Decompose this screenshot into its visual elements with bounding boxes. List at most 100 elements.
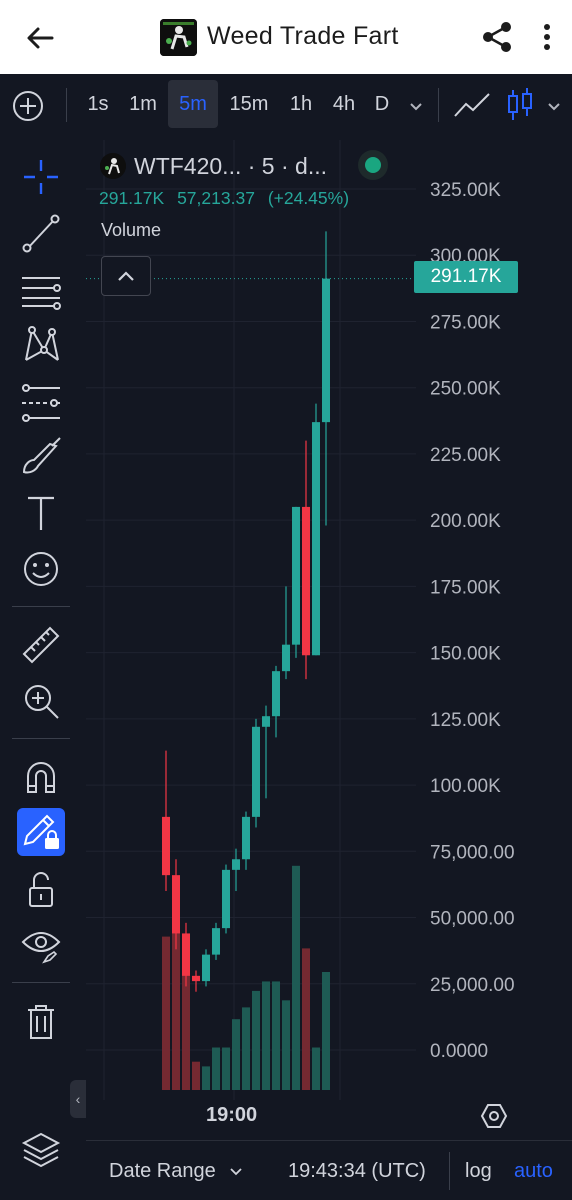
volume-bar — [322, 972, 330, 1090]
chevron-down-icon[interactable] — [406, 96, 426, 116]
last-price: 291.17K — [99, 188, 165, 208]
candle-body — [192, 975, 200, 982]
price-axis-label: 25,000.00 — [430, 975, 515, 996]
utc-clock[interactable]: 19:43:34 (UTC) — [288, 1160, 426, 1183]
text-tool-icon[interactable] — [20, 492, 62, 534]
chart-settings-icon[interactable] — [480, 1102, 508, 1130]
interval-5m[interactable]: 5m — [168, 80, 218, 128]
pencil-lock-icon — [23, 814, 59, 849]
volume-bar — [272, 981, 280, 1090]
interval-15m[interactable]: 15m — [224, 80, 274, 128]
market-status-indicator[interactable] — [358, 150, 388, 180]
volume-bar — [182, 972, 190, 1090]
current-price-tag: 291.17K — [414, 261, 518, 293]
price-axis-label: 200.00K — [430, 511, 501, 532]
price-axis-label: 0.0000 — [430, 1041, 488, 1062]
arrow-left-icon[interactable] — [22, 20, 58, 56]
tool-divider — [12, 606, 70, 607]
collapse-legend-button[interactable] — [101, 256, 151, 296]
candle-body — [212, 928, 220, 955]
symbol-legend[interactable]: WTF420... · 5 · d... — [100, 150, 327, 182]
price-change-percent: (+24.45%) — [267, 188, 350, 208]
candle-body — [222, 869, 230, 929]
candle-body — [202, 954, 210, 982]
price-axis-label: 50,000.00 — [430, 909, 515, 930]
brush-icon[interactable] — [20, 436, 62, 478]
line-chart-icon[interactable] — [452, 88, 492, 122]
collapse-toolbar-tab[interactable]: ‹ — [70, 1080, 86, 1118]
volume-bar — [232, 1019, 240, 1090]
token-logo-small — [100, 153, 126, 179]
add-indicator-icon[interactable] — [10, 88, 46, 124]
interval-1s[interactable]: 1s — [80, 80, 116, 128]
more-vertical-icon[interactable] — [535, 18, 559, 56]
price-axis-label: 125.00K — [430, 710, 501, 731]
volume-bar — [192, 1061, 200, 1090]
chart-app: Weed Trade Fart 1s 1m 5m 15m 1h 4h D ‹ 3… — [0, 0, 572, 1200]
date-range-button[interactable]: Date Range — [109, 1160, 216, 1183]
pattern-icon[interactable] — [20, 324, 62, 366]
candle-body — [162, 816, 170, 876]
volume-bar — [162, 936, 170, 1090]
drawing-toolbar — [0, 134, 84, 1200]
volume-bar — [252, 990, 260, 1090]
candle-body — [312, 422, 320, 656]
candle-body — [182, 933, 190, 976]
share-icon[interactable] — [478, 18, 516, 56]
price-axis-label: 175.00K — [430, 577, 501, 598]
candle-body — [302, 506, 310, 656]
price-axis-label: 275.00K — [430, 312, 501, 333]
candle-body — [172, 875, 180, 934]
emoji-icon[interactable] — [20, 548, 62, 590]
price-axis-label: 150.00K — [430, 644, 501, 665]
tool-divider — [12, 982, 70, 983]
magnet-icon[interactable] — [20, 756, 62, 798]
price-axis-label: 100.00K — [430, 776, 501, 797]
zoom-in-icon[interactable] — [20, 680, 62, 722]
candle-body — [242, 816, 250, 860]
fib-retracement-icon[interactable] — [20, 268, 62, 310]
candle-body — [322, 278, 330, 423]
trash-icon[interactable] — [20, 1000, 62, 1042]
price-axis-label: 250.00K — [430, 379, 501, 400]
log-scale-toggle[interactable]: log — [465, 1160, 492, 1183]
eye-icon[interactable] — [20, 924, 62, 966]
price-change: 57,213.37 — [177, 188, 255, 208]
trend-line-icon[interactable] — [20, 212, 62, 254]
layers-icon[interactable] — [20, 1128, 62, 1170]
volume-bar — [312, 1047, 320, 1090]
volume-bar — [212, 1047, 220, 1090]
interval-4h[interactable]: 4h — [326, 80, 362, 128]
chevron-down-icon[interactable] — [544, 96, 564, 116]
candle-body — [232, 859, 240, 870]
chevron-down-icon[interactable] — [228, 1163, 244, 1179]
auto-scale-toggle[interactable]: auto — [514, 1160, 553, 1183]
volume-bar — [222, 1047, 230, 1090]
chevron-up-icon — [118, 271, 134, 281]
candle-body — [292, 506, 300, 645]
volume-indicator-label[interactable]: Volume — [101, 220, 161, 241]
volume-bar — [262, 981, 270, 1090]
toolbar-divider — [66, 88, 67, 122]
lock-drawings-button[interactable] — [17, 808, 65, 856]
volume-bar — [282, 1000, 290, 1090]
candle-body — [252, 726, 260, 817]
ruler-icon[interactable] — [20, 624, 62, 666]
app-title: Weed Trade Fart — [207, 22, 399, 50]
symbol-name: WTF420... · 5 · d... — [134, 152, 327, 179]
interval-1h[interactable]: 1h — [284, 80, 318, 128]
unlock-icon[interactable] — [20, 868, 62, 910]
interval-1m[interactable]: 1m — [122, 80, 164, 128]
token-logo — [160, 19, 197, 56]
volume-bar — [202, 1066, 210, 1090]
candlestick-chart-icon[interactable] — [506, 86, 534, 124]
interval-d[interactable]: D — [370, 80, 394, 128]
candle-body — [262, 716, 270, 727]
price-axis-label: 75,000.00 — [430, 842, 515, 863]
volume-bar — [302, 948, 310, 1090]
app-bar: Weed Trade Fart — [0, 0, 572, 74]
forecast-icon[interactable] — [20, 380, 62, 422]
crosshair-icon[interactable] — [20, 156, 62, 198]
price-axis-label: 225.00K — [430, 445, 501, 466]
time-axis-label: 19:00 — [206, 1104, 258, 1126]
